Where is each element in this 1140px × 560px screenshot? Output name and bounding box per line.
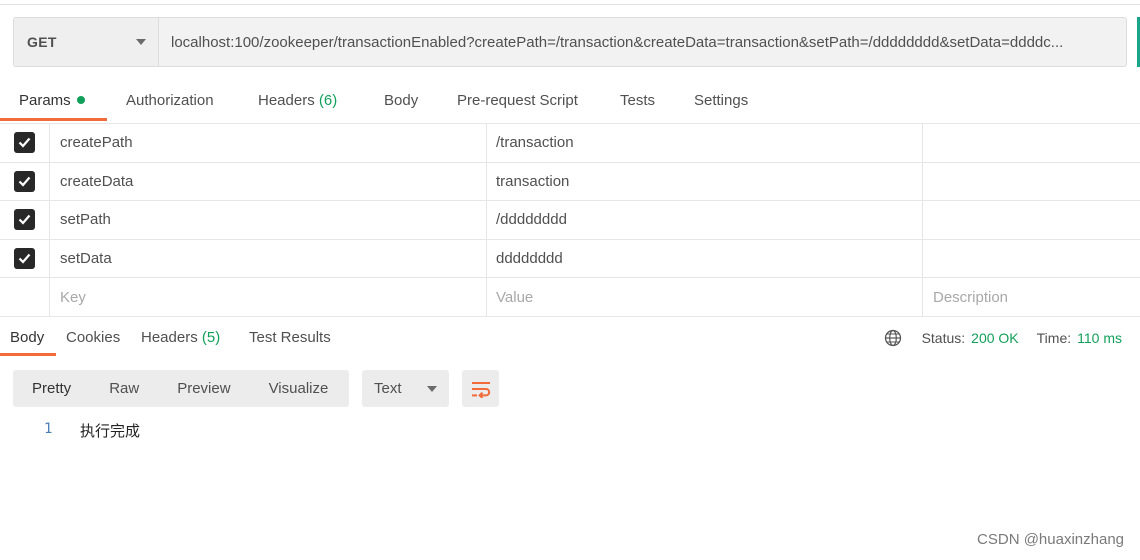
url-input[interactable]: localhost:100/zookeeper/transactionEnabl… bbox=[159, 18, 1126, 66]
check-icon bbox=[18, 176, 31, 187]
response-view-selector: Pretty Raw Preview Visualize bbox=[13, 370, 349, 407]
line-number: 1 bbox=[44, 421, 53, 437]
status-value[interactable]: 200 OK bbox=[971, 330, 1018, 346]
tab-test-results-label: Test Results bbox=[249, 329, 331, 346]
params-active-dot-icon bbox=[76, 96, 85, 104]
response-body-text[interactable]: 执行完成 bbox=[80, 420, 140, 441]
tab-response-body-label: Body bbox=[10, 329, 45, 346]
param-description[interactable] bbox=[923, 201, 1140, 239]
table-row-new: Key Value Description bbox=[0, 278, 1140, 317]
raw-button[interactable]: Raw bbox=[90, 370, 158, 407]
tab-response-cookies[interactable]: Cookies bbox=[66, 320, 120, 356]
tab-test-results[interactable]: Test Results bbox=[249, 320, 331, 356]
table-row: createData transaction bbox=[0, 162, 1140, 202]
param-value[interactable]: /dddddddd bbox=[487, 201, 923, 239]
tab-tests[interactable]: Tests bbox=[620, 82, 655, 120]
row-enabled-checkbox[interactable] bbox=[14, 132, 35, 154]
tab-tests-label: Tests bbox=[620, 92, 656, 109]
response-status-bar: Status: 200 OK Time: 110 ms bbox=[884, 320, 1122, 356]
chevron-down-icon bbox=[427, 385, 437, 392]
tab-settings-label: Settings bbox=[694, 92, 749, 109]
tab-headers-label: Headers bbox=[258, 92, 315, 109]
format-select[interactable]: Text bbox=[362, 370, 449, 407]
tab-response-cookies-label: Cookies bbox=[66, 329, 121, 346]
param-value[interactable]: dddddddd bbox=[487, 239, 923, 278]
tab-params[interactable]: Params bbox=[19, 82, 85, 120]
request-tabs: Params Authorization Headers (6) Body Pr… bbox=[0, 82, 1140, 122]
url-text: localhost:100/zookeeper/transactionEnabl… bbox=[171, 33, 1064, 51]
check-icon bbox=[18, 215, 31, 226]
param-description[interactable] bbox=[923, 163, 1140, 201]
tab-body-label: Body bbox=[384, 92, 419, 109]
wrap-lines-button[interactable] bbox=[462, 370, 499, 407]
method-select[interactable]: GET bbox=[14, 18, 159, 66]
tab-settings[interactable]: Settings bbox=[694, 82, 748, 120]
tab-headers[interactable]: Headers (6) bbox=[258, 82, 337, 120]
request-bar: GET localhost:100/zookeeper/transactionE… bbox=[13, 17, 1127, 67]
visualize-button[interactable]: Visualize bbox=[250, 370, 348, 407]
tab-body[interactable]: Body bbox=[384, 82, 418, 120]
time-label: Time: bbox=[1036, 330, 1072, 346]
param-description[interactable] bbox=[923, 124, 1140, 162]
tab-response-headers-label: Headers bbox=[141, 329, 198, 346]
tab-headers-count: (6) bbox=[318, 92, 338, 109]
table-row: setPath /dddddddd bbox=[0, 201, 1140, 240]
new-value-input[interactable]: Value bbox=[487, 278, 923, 316]
tab-authorization-label: Authorization bbox=[126, 92, 214, 109]
format-label: Text bbox=[374, 380, 402, 397]
table-row: createPath /transaction bbox=[0, 124, 1140, 163]
tab-response-headers[interactable]: Headers (5) bbox=[141, 320, 220, 356]
watermark: CSDN @huaxinzhang bbox=[977, 531, 1124, 548]
tab-response-body[interactable]: Body bbox=[10, 320, 44, 356]
new-key-input[interactable]: Key bbox=[50, 278, 487, 316]
tab-response-headers-count: (5) bbox=[201, 329, 221, 346]
table-row: setData dddddddd bbox=[0, 239, 1140, 279]
params-table: createPath /transaction createData trans… bbox=[0, 123, 1140, 317]
param-key[interactable]: setPath bbox=[50, 201, 487, 239]
wrap-lines-icon bbox=[471, 381, 490, 398]
response-active-tab-underline bbox=[0, 353, 56, 356]
row-enabled-checkbox[interactable] bbox=[14, 209, 35, 231]
param-key[interactable]: setData bbox=[50, 239, 487, 278]
method-label: GET bbox=[27, 34, 57, 50]
row-enabled-checkbox[interactable] bbox=[14, 248, 35, 270]
globe-icon[interactable] bbox=[884, 329, 902, 347]
param-value[interactable]: /transaction bbox=[487, 124, 923, 162]
check-icon bbox=[18, 138, 31, 148]
active-tab-underline bbox=[0, 118, 107, 121]
new-description-input[interactable]: Description bbox=[923, 278, 1140, 316]
tab-pre-request-script[interactable]: Pre-request Script bbox=[457, 82, 578, 120]
preview-button[interactable]: Preview bbox=[158, 370, 249, 407]
chevron-down-icon bbox=[136, 39, 146, 45]
tab-authorization[interactable]: Authorization bbox=[126, 82, 214, 120]
top-divider bbox=[0, 4, 1140, 5]
tab-pre-request-script-label: Pre-request Script bbox=[457, 92, 578, 109]
param-value[interactable]: transaction bbox=[487, 162, 923, 201]
param-key[interactable]: createData bbox=[50, 162, 487, 201]
status-label: Status: bbox=[921, 330, 966, 346]
check-icon bbox=[18, 253, 31, 264]
tab-params-label: Params bbox=[19, 92, 71, 109]
param-description[interactable] bbox=[923, 240, 1140, 278]
param-key[interactable]: createPath bbox=[50, 124, 487, 162]
row-enabled-checkbox[interactable] bbox=[14, 170, 35, 192]
pretty-button[interactable]: Pretty bbox=[13, 370, 90, 407]
time-value[interactable]: 110 ms bbox=[1077, 330, 1122, 346]
